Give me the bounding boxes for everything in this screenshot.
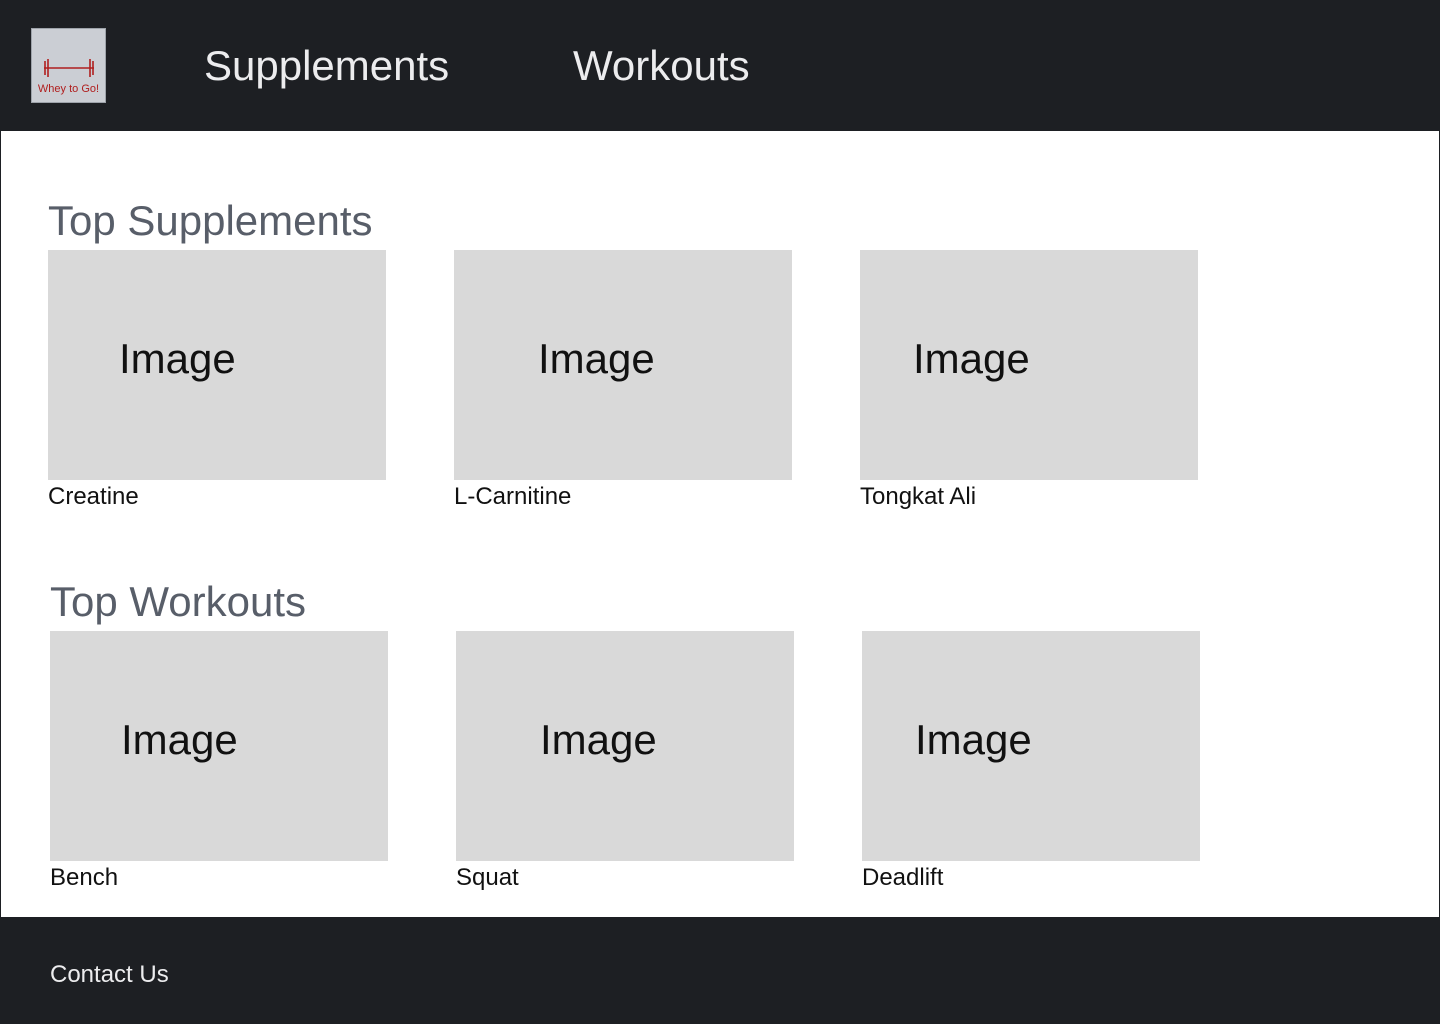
workout-card-deadlift[interactable]: Image Deadlift [862,631,1200,893]
card-caption[interactable]: L-Carnitine [454,482,792,512]
logo[interactable]: Whey to Go! [31,28,106,103]
workout-card-squat[interactable]: Image Squat [456,631,794,893]
workout-image-placeholder[interactable]: Image [862,631,1200,861]
top-nav-bar: Whey to Go! Supplements Workouts [1,1,1439,131]
contact-us-link[interactable]: Contact Us [50,960,169,990]
workout-card-bench[interactable]: Image Bench [50,631,388,893]
top-supplements-heading: Top Supplements [48,197,373,244]
image-placeholder-label: Image [121,716,238,763]
image-placeholder-label: Image [538,335,655,382]
image-placeholder-label: Image [540,716,657,763]
top-workouts-heading: Top Workouts [50,578,306,625]
image-placeholder-label: Image [913,335,1030,382]
supplement-image-placeholder[interactable]: Image [860,250,1198,480]
card-caption[interactable]: Tongkat Ali [860,482,1198,512]
image-placeholder-label: Image [119,335,236,382]
nav-workouts-link[interactable]: Workouts [573,41,750,91]
workout-image-placeholder[interactable]: Image [456,631,794,861]
card-caption[interactable]: Creatine [48,482,386,512]
workout-image-placeholder[interactable]: Image [50,631,388,861]
nav-supplements-link[interactable]: Supplements [204,41,449,91]
page: Whey to Go! Supplements Workouts Top Sup… [0,0,1440,1024]
supplement-image-placeholder[interactable]: Image [48,250,386,480]
card-caption[interactable]: Deadlift [862,863,1200,893]
logo-text: Whey to Go! [37,83,100,95]
supplement-image-placeholder[interactable]: Image [454,250,792,480]
image-placeholder-label: Image [915,716,1032,763]
barbell-icon [44,59,94,77]
supplement-card-creatine[interactable]: Image Creatine [48,250,386,512]
supplement-card-l-carnitine[interactable]: Image L-Carnitine [454,250,792,512]
footer-bar: Contact Us [1,917,1439,1023]
card-caption[interactable]: Squat [456,863,794,893]
supplement-card-tongkat-ali[interactable]: Image Tongkat Ali [860,250,1198,512]
card-caption[interactable]: Bench [50,863,388,893]
